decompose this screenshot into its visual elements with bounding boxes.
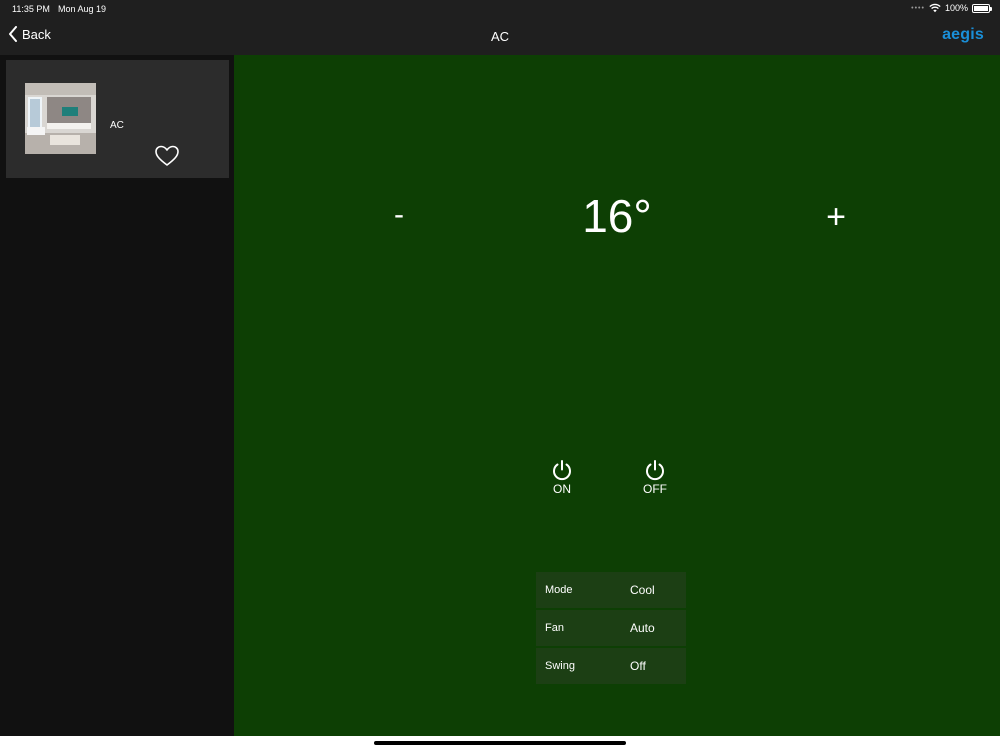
status-time: 11:35 PM [12, 4, 50, 14]
sidebar: AC [0, 55, 234, 736]
setting-label: Swing [545, 660, 575, 672]
cellular-signal-icon: •••• [911, 4, 925, 12]
setting-row-fan[interactable]: Fan Auto [536, 610, 686, 646]
device-card-ac[interactable]: AC [6, 60, 229, 178]
device-name: AC [110, 120, 124, 131]
setting-value: Off [630, 659, 646, 673]
heart-outline-icon[interactable] [154, 144, 180, 168]
ac-settings-table: Mode Cool Fan Auto Swing Off [536, 572, 686, 686]
power-on-button[interactable]: ON [537, 459, 587, 496]
navigation-bar: Back AC aegis [0, 18, 1000, 55]
temperature-display: 16° [582, 190, 652, 242]
page-title: AC [490, 29, 510, 44]
power-off-button[interactable]: OFF [630, 459, 680, 496]
battery-percentage: 100% [944, 3, 968, 13]
status-date: Mon Aug 19 [58, 4, 107, 14]
climate-control-panel: - 16° + ON OFF Mode Cool Fan Auto Swing … [234, 55, 1000, 736]
setting-value: Cool [630, 583, 655, 597]
setting-row-swing[interactable]: Swing Off [536, 648, 686, 684]
status-bar: 11:35 PM Mon Aug 19 •••• 100% [0, 0, 1000, 18]
room-image-icon [25, 83, 96, 154]
power-off-label: OFF [643, 482, 667, 496]
setting-label: Mode [545, 584, 573, 596]
setting-row-mode[interactable]: Mode Cool [536, 572, 686, 608]
room-thumbnail [25, 83, 96, 154]
battery-icon [972, 3, 992, 13]
power-on-label: ON [553, 482, 571, 496]
setting-label: Fan [545, 622, 564, 634]
power-icon [553, 460, 571, 481]
power-icon [646, 460, 664, 481]
brand-logo: aegis [942, 26, 984, 43]
setting-value: Auto [630, 621, 655, 635]
increase-temperature-button[interactable]: + [821, 196, 851, 238]
home-indicator[interactable] [374, 741, 626, 745]
wifi-icon [929, 3, 941, 13]
status-indicators: •••• 100% [911, 3, 992, 13]
app-root: 11:35 PM Mon Aug 19 •••• 100% Back AC ae… [0, 0, 1000, 736]
